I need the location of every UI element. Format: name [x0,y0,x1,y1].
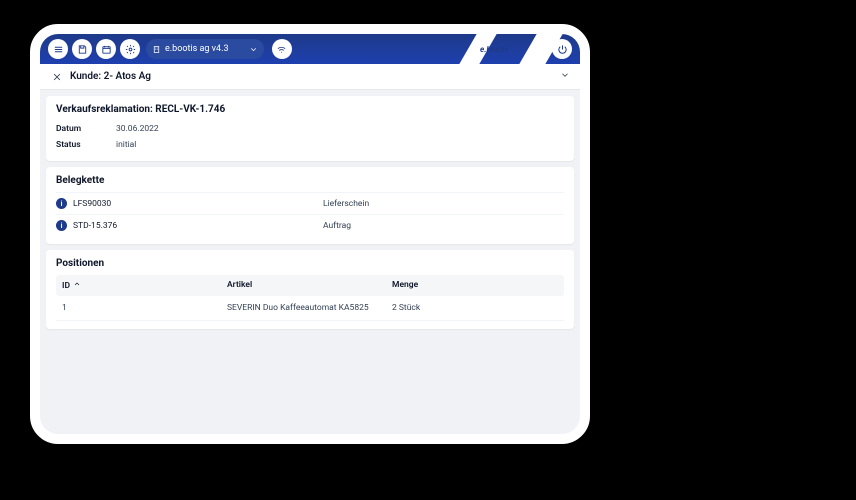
info-icon: i [56,198,67,209]
column-header-menge[interactable]: Menge [392,280,558,291]
menu-button[interactable] [48,39,68,59]
breadcrumb-bar: Kunde: 2- Atos Ag [40,64,580,90]
document-code: STD-15.376 [73,221,323,231]
close-icon[interactable] [50,70,64,84]
top-bar: e.bootis ag v4.3 e.bootis [40,34,580,64]
wifi-icon-button[interactable] [272,39,292,59]
date-label: Datum [56,124,116,134]
content-area: Verkaufsreklamation: RECL-VK-1.746 Datum… [40,90,580,335]
brand-badge: e.bootis [470,34,540,64]
complaint-card: Verkaufsreklamation: RECL-VK-1.746 Datum… [46,96,574,161]
tenant-dropdown[interactable]: e.bootis ag v4.3 [146,39,264,59]
sort-ascending-icon [73,280,81,291]
belegkette-row[interactable]: i LFS90030 Lieferschein [56,192,564,214]
tenant-label: e.bootis ag v4.3 [165,44,229,54]
belegkette-row[interactable]: i STD-15.376 Auftrag [56,214,564,236]
belegkette-card: Belegkette i LFS90030 Lieferschein i STD… [46,167,574,244]
positionen-card: Positionen ID Artikel Menge 1 SEVERIN Du… [46,250,574,329]
document-type: Lieferschein [323,199,369,209]
status-value: initial [116,140,136,150]
chevron-down-icon [249,45,258,54]
document-type: Auftrag [323,221,351,231]
detail-row-status: Status initial [56,137,564,153]
belegkette-title: Belegkette [56,175,564,186]
detail-row-date: Datum 30.06.2022 [56,121,564,137]
save-icon-button[interactable] [72,39,92,59]
status-label: Status [56,140,116,150]
building-icon [152,45,161,54]
expand-toggle[interactable] [560,70,570,83]
power-button[interactable] [552,39,572,59]
column-header-id[interactable]: ID [62,280,227,291]
tablet-frame: e.bootis ag v4.3 e.bootis Kunde: 2- Atos… [30,24,590,444]
breadcrumb-title: Kunde: 2- Atos Ag [70,71,151,82]
complaint-title: Verkaufsreklamation: RECL-VK-1.746 [56,104,564,115]
calendar-icon-button[interactable] [96,39,116,59]
cell-artikel: SEVERIN Duo Kaffeeautomat KA5825 [227,303,392,313]
app-screen: e.bootis ag v4.3 e.bootis Kunde: 2- Atos… [40,34,580,434]
brand-label: e.bootis [480,45,508,54]
cell-menge: 2 Stück [392,303,558,313]
table-row[interactable]: 1 SEVERIN Duo Kaffeeautomat KA5825 2 Stü… [56,296,564,321]
column-header-artikel[interactable]: Artikel [227,280,392,291]
positions-table-header: ID Artikel Menge [56,275,564,296]
info-icon: i [56,220,67,231]
cell-id: 1 [62,303,227,313]
settings-icon-button[interactable] [120,39,140,59]
positionen-title: Positionen [56,258,564,269]
date-value: 30.06.2022 [116,124,159,134]
document-code: LFS90030 [73,199,323,209]
